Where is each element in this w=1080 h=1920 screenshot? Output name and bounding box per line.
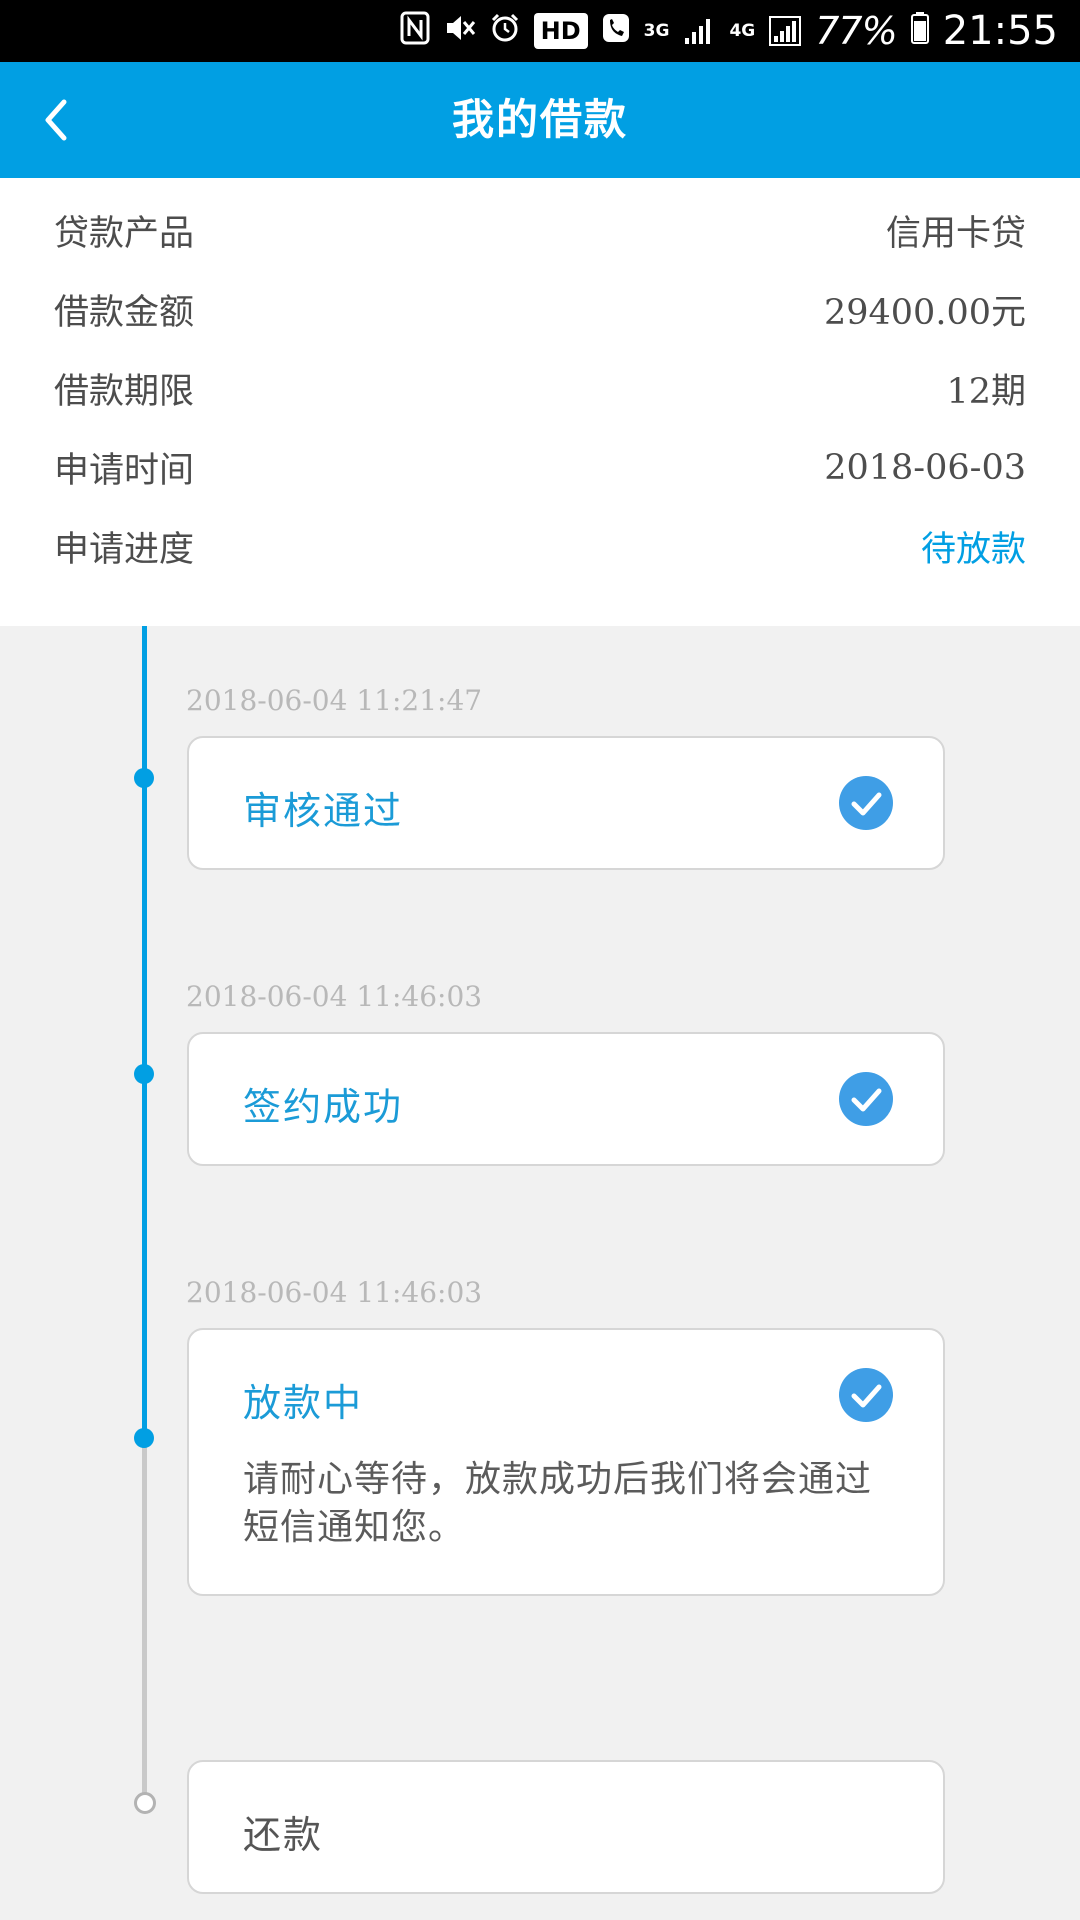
clock: 21:55	[942, 8, 1058, 54]
timeline-dot	[134, 768, 154, 788]
loan-product-row: 贷款产品 信用卡贷	[54, 191, 1026, 270]
step-card-signed: 签约成功	[187, 1032, 945, 1166]
timeline-dot	[134, 1428, 154, 1448]
check-circle-icon	[839, 1072, 893, 1126]
loan-info-panel: 贷款产品 信用卡贷 借款金额 29400.00元 借款期限 12期 申请时间 2…	[0, 178, 1080, 626]
status-bar: HD 3G 4G 77% 21:55	[0, 0, 1080, 62]
apply-time-value: 2018-06-03	[824, 447, 1026, 488]
step-title: 放款中	[243, 1381, 364, 1425]
apply-progress-row: 申请进度 待放款	[54, 507, 1026, 586]
check-circle-icon	[839, 776, 893, 830]
step-time: 2018-06-04 11:21:47	[186, 684, 483, 717]
step-time: 2018-06-04 11:46:03	[186, 980, 483, 1013]
call-icon	[602, 13, 630, 49]
apply-progress-label: 申请进度	[54, 530, 195, 570]
timeline-line-completed	[142, 626, 147, 1438]
loan-amount-row: 借款金额 29400.00元	[54, 270, 1026, 349]
status-icons: HD 3G 4G 77% 21:55	[400, 0, 1058, 62]
page-title: 我的借款	[451, 95, 628, 144]
battery-icon	[910, 12, 929, 50]
step-card-approved: 审核通过	[187, 736, 945, 870]
alarm-icon	[490, 13, 520, 49]
battery-percent: 77%	[815, 9, 897, 53]
mute-icon	[444, 13, 476, 49]
check-circle-icon	[839, 1368, 893, 1422]
step-description: 请耐心等待，放款成功后我们将会通过短信通知您。	[243, 1459, 873, 1548]
apply-time-label: 申请时间	[54, 451, 195, 491]
loan-amount-label: 借款金额	[54, 293, 195, 333]
signal-strength-icon	[769, 16, 802, 46]
timeline-dot	[134, 1064, 154, 1084]
hd-voice-badge: HD	[533, 13, 588, 49]
loan-term-value: 12期	[946, 372, 1026, 412]
network-type-4g: 4G	[729, 20, 756, 41]
step-title: 签约成功	[243, 1085, 404, 1129]
app-header: 我的借款	[0, 62, 1080, 178]
step-card-disbursing: 放款中 请耐心等待，放款成功后我们将会通过短信通知您。	[187, 1328, 945, 1596]
loan-term-label: 借款期限	[54, 372, 195, 412]
timeline-line-pending	[142, 1438, 147, 1800]
step-title: 还款	[243, 1813, 324, 1857]
step-title: 审核通过	[243, 789, 404, 833]
step-card-repay[interactable]: 还款	[187, 1760, 945, 1894]
loan-product-value: 信用卡贷	[885, 214, 1026, 254]
apply-progress-value: 待放款	[920, 530, 1026, 570]
timeline-dot-pending	[134, 1792, 156, 1814]
loan-term-row: 借款期限 12期	[54, 349, 1026, 428]
nfc-icon	[400, 11, 430, 51]
loan-amount-value: 29400.00元	[823, 293, 1026, 333]
apply-time-row: 申请时间 2018-06-03	[54, 428, 1026, 507]
step-time: 2018-06-04 11:46:03	[186, 1276, 483, 1309]
loan-product-label: 贷款产品	[54, 214, 195, 254]
network-type-3g: 3G	[643, 20, 670, 41]
signal-icon	[683, 16, 715, 46]
